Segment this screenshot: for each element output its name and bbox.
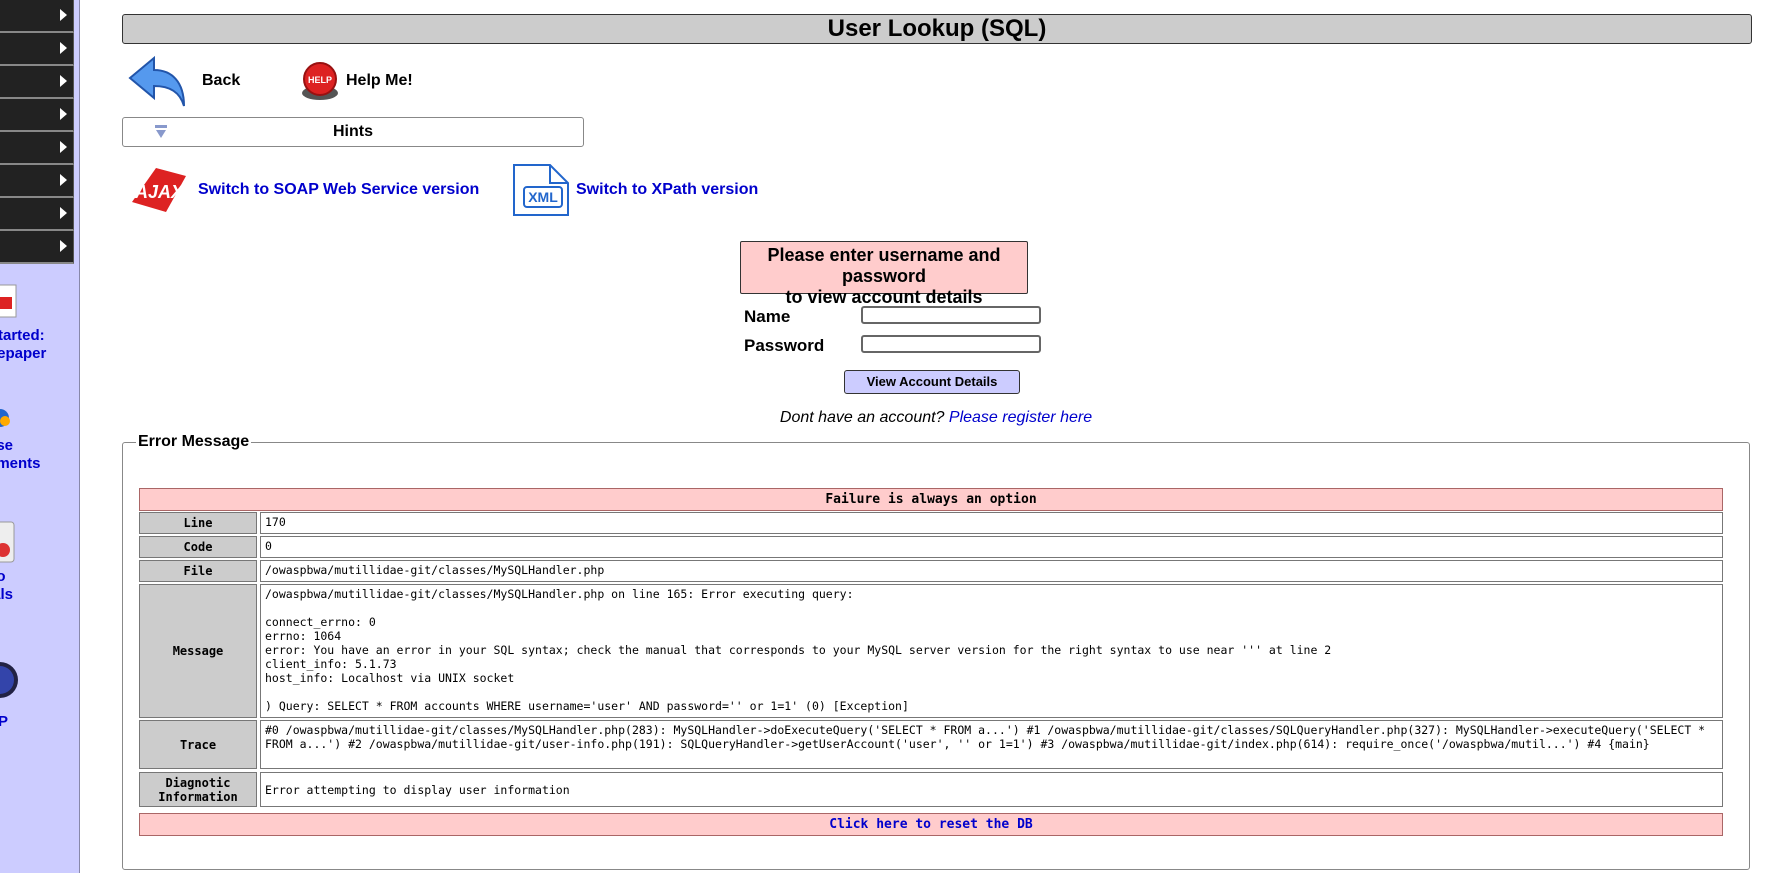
login-heading: Please enter username and password to vi…	[740, 241, 1028, 307]
sidebar-link-line2: itepaper	[0, 345, 47, 362]
error-value: 0	[260, 536, 1723, 558]
register-line: Dont have an account? Please register he…	[122, 409, 1750, 427]
chevron-right-icon	[60, 207, 67, 219]
sidebar-menu-item[interactable]	[0, 231, 74, 264]
release-icon	[0, 409, 10, 427]
help-button[interactable]: HELP Help Me!	[298, 52, 413, 110]
error-value: Error attempting to display user informa…	[260, 772, 1723, 807]
login-heading-line1: Please enter username and password	[767, 245, 1001, 286]
error-row-file: File /owaspbwa/mutillidae-git/classes/My…	[139, 560, 1723, 582]
chevron-right-icon	[60, 174, 67, 186]
error-value: /owaspbwa/mutillidae-git/classes/MySQLHa…	[260, 560, 1723, 582]
sidebar-menu-item[interactable]	[0, 33, 74, 66]
sidebar-link-release[interactable]: ase ements	[0, 403, 78, 473]
xml-file-icon: XML	[513, 164, 569, 216]
back-label: Back	[202, 72, 241, 89]
sidebar: Started: itepaper ase ements eo ials SP	[0, 0, 80, 873]
sidebar-menu-item[interactable]	[0, 66, 74, 99]
error-row-message: Message /owaspbwa/mutillidae-git/classes…	[139, 584, 1723, 718]
error-row-code: Code 0	[139, 536, 1723, 558]
switch-xpath-link[interactable]: XML Switch to XPath version	[510, 160, 758, 220]
password-input[interactable]	[861, 335, 1041, 353]
error-key: Message	[139, 584, 257, 718]
page-title: User Lookup (SQL)	[122, 14, 1752, 44]
help-label: Help Me!	[346, 72, 413, 89]
sidebar-link-line1: Started:	[0, 327, 45, 344]
sidebar-link-line2: ements	[0, 455, 41, 472]
back-button[interactable]: Back	[126, 52, 240, 110]
chevron-right-icon	[60, 75, 67, 87]
back-arrow-icon	[128, 55, 185, 107]
error-header: Failure is always an option	[139, 488, 1723, 511]
register-prefix: Dont have an account?	[779, 409, 945, 426]
error-message-panel: Error Message Failure is always an optio…	[122, 433, 1750, 870]
reset-db-link[interactable]: Click here to reset the DB	[139, 813, 1723, 836]
video-icon	[0, 521, 15, 563]
error-value: 170	[260, 512, 1723, 534]
chevron-right-icon	[60, 108, 67, 120]
sidebar-link-line2: ials	[0, 586, 14, 603]
chevron-right-icon	[60, 9, 67, 21]
view-account-details-button[interactable]: View Account Details	[844, 370, 1020, 394]
globe-icon	[0, 662, 18, 698]
sidebar-link-line1: ase	[0, 437, 14, 454]
svg-text:HELP: HELP	[308, 75, 332, 85]
switch-xpath-label: Switch to XPath version	[576, 181, 759, 198]
chevron-right-icon	[60, 240, 67, 252]
password-label: Password	[744, 336, 825, 355]
sidebar-link-line1: eo	[0, 568, 78, 586]
error-legend: Error Message	[136, 433, 252, 451]
error-key: Trace	[139, 720, 257, 769]
error-key: Code	[139, 536, 257, 558]
help-icon: HELP	[302, 62, 338, 100]
error-key: Line	[139, 512, 257, 534]
hints-toggle[interactable]: Hints	[122, 117, 584, 147]
sidebar-menu	[0, 0, 74, 264]
error-row-line: Line 170	[139, 512, 1723, 534]
sidebar-menu-item[interactable]	[0, 198, 74, 231]
error-key: Diagnotic Information	[139, 772, 257, 807]
register-link[interactable]: Please register here	[949, 409, 1092, 426]
chevron-right-icon	[60, 42, 67, 54]
svg-text:AJAX: AJAX	[134, 182, 184, 202]
sidebar-menu-item[interactable]	[0, 132, 74, 165]
error-value: /owaspbwa/mutillidae-git/classes/MySQLHa…	[260, 584, 1723, 718]
switch-soap-label: Switch to SOAP Web Service version	[198, 181, 480, 198]
username-input[interactable]	[861, 306, 1041, 324]
sidebar-link-getting-started[interactable]: Started: itepaper	[0, 283, 78, 363]
chevron-right-icon	[60, 141, 67, 153]
error-row-diagnostic: Diagnotic Information Error attempting t…	[139, 772, 1723, 807]
sidebar-menu-item[interactable]	[0, 0, 74, 33]
pdf-icon	[0, 284, 17, 318]
name-label: Name	[744, 307, 791, 326]
ajax-icon: AJAX	[132, 168, 186, 212]
svg-text:XML: XML	[528, 189, 558, 205]
switch-soap-link[interactable]: AJAX Switch to SOAP Web Service version	[126, 160, 479, 220]
hints-label: Hints	[333, 123, 373, 140]
sidebar-link-line1: SP	[0, 713, 78, 731]
sidebar-link-video-tutorials[interactable]: eo ials	[0, 520, 78, 604]
error-value: #0 /owaspbwa/mutillidae-git/classes/MySQ…	[260, 720, 1723, 769]
error-row-trace: Trace #0 /owaspbwa/mutillidae-git/classe…	[139, 720, 1723, 769]
sidebar-menu-item[interactable]	[0, 99, 74, 132]
sidebar-menu-item[interactable]	[0, 165, 74, 198]
sidebar-link-owasp[interactable]: SP	[0, 655, 78, 731]
login-heading-line2: to view account details	[785, 287, 983, 307]
error-key: File	[139, 560, 257, 582]
